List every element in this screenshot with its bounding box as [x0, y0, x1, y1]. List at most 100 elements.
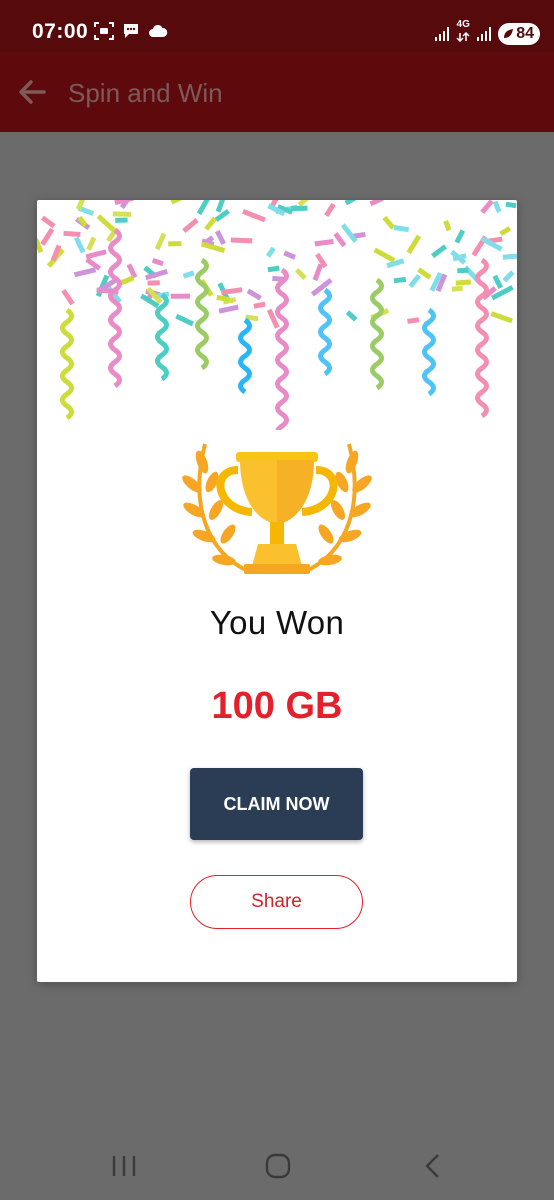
confetti-piece — [182, 218, 199, 233]
cloud-icon — [149, 24, 168, 37]
confetti-piece — [393, 276, 407, 284]
status-time: 07:00 — [32, 20, 89, 43]
confetti-piece — [73, 267, 97, 278]
confetti-piece — [492, 200, 502, 214]
confetti-streamer — [275, 267, 289, 430]
nav-back-button[interactable] — [414, 1150, 454, 1182]
confetti-piece — [204, 216, 217, 231]
network-label: 4G — [456, 19, 470, 30]
confetti-piece — [369, 200, 384, 207]
confetti-streamer — [238, 317, 252, 395]
confetti-streamer — [155, 292, 169, 382]
confetti-piece — [170, 293, 190, 299]
confetti-piece — [253, 301, 266, 309]
confetti-piece — [312, 263, 324, 282]
confetti-piece — [451, 285, 463, 292]
confetti-piece — [490, 311, 513, 324]
confetti-piece — [406, 234, 422, 255]
back-button[interactable] — [14, 74, 50, 110]
screenshot-icon — [94, 22, 114, 40]
home-button[interactable] — [258, 1150, 298, 1182]
home-icon — [265, 1153, 291, 1179]
page-title: Spin and Win — [68, 78, 223, 108]
confetti-streamer — [475, 257, 489, 419]
confetti-piece — [455, 279, 472, 286]
confetti-piece — [182, 270, 195, 279]
status-right-icons: 4G 84 — [434, 20, 540, 47]
confetti-piece — [175, 313, 194, 327]
claim-now-button[interactable]: CLAIM NOW — [190, 768, 363, 840]
confetti-piece — [294, 268, 307, 280]
signal-icon — [477, 26, 492, 41]
chat-bubble-icon — [124, 24, 138, 38]
battery-level: 84 — [516, 24, 534, 42]
confetti-piece — [393, 225, 410, 233]
confetti-piece — [267, 265, 280, 273]
confetti-piece — [454, 229, 466, 244]
confetti-piece — [502, 270, 515, 283]
confetti-piece — [333, 232, 347, 248]
confetti-piece — [151, 257, 164, 267]
confetti-piece — [86, 236, 97, 251]
confetti-piece — [40, 215, 56, 229]
confetti-streamer — [60, 307, 74, 421]
app-bar: Spin and Win — [0, 52, 554, 132]
confetti-piece — [297, 200, 312, 207]
confetti-piece — [63, 230, 81, 237]
confetti-piece — [218, 304, 239, 314]
recent-apps-button[interactable] — [104, 1150, 144, 1182]
network-4g-icon: 4G — [456, 20, 470, 47]
confetti-piece — [115, 217, 128, 223]
confetti-streamer — [318, 287, 332, 377]
confetti-piece — [196, 200, 211, 216]
confetti-piece — [283, 250, 297, 260]
confetti-piece — [314, 238, 334, 247]
back-icon — [425, 1154, 439, 1178]
signal-icon — [435, 26, 450, 41]
confetti-piece — [345, 310, 358, 322]
system-nav-bar — [0, 1130, 554, 1200]
confetti-piece — [407, 317, 420, 324]
confetti-piece — [154, 232, 167, 251]
confetti-piece — [373, 247, 396, 263]
confetti-piece — [40, 227, 55, 246]
confetti-piece — [344, 200, 356, 206]
confetti-piece — [324, 202, 336, 218]
confetti-piece — [431, 244, 447, 259]
confetti-piece — [112, 211, 132, 217]
confetti-piece — [246, 288, 262, 301]
confetti-piece — [85, 249, 107, 260]
confetti-streamer — [108, 227, 122, 389]
confetti-piece — [73, 236, 86, 254]
confetti-piece — [502, 253, 517, 260]
confetti-piece — [382, 215, 396, 230]
confetti-piece — [147, 280, 160, 286]
confetti-piece — [340, 223, 358, 243]
confetti-piece — [499, 226, 512, 237]
confetti-piece — [457, 267, 469, 274]
confetti-piece — [170, 200, 188, 205]
confetti-piece — [96, 214, 117, 233]
arrow-left-icon — [19, 80, 46, 104]
confetti-piece — [505, 201, 517, 209]
status-bar: 07:00 4G 84 — [0, 0, 554, 52]
confetti-piece — [443, 220, 452, 232]
trophy-icon — [182, 443, 372, 574]
share-button[interactable]: Share — [190, 875, 363, 929]
you-won-label: You Won — [209, 604, 345, 641]
confetti-decoration — [37, 200, 517, 430]
confetti-piece — [408, 274, 421, 289]
battery-leaf-icon — [504, 28, 514, 38]
confetti-piece — [265, 246, 276, 258]
win-dialog: You Won 100 GB CLAIM NOW Share — [37, 200, 517, 982]
recent-apps-icon — [112, 1156, 136, 1176]
confetti-piece — [61, 288, 75, 306]
confetti-piece — [214, 229, 226, 246]
confetti-piece — [290, 205, 308, 212]
confetti-streamer — [370, 277, 384, 391]
confetti-streamer — [195, 257, 209, 371]
status-left-icons — [94, 22, 168, 40]
prize-amount: 100 GB — [211, 685, 343, 727]
confetti-piece — [168, 241, 182, 247]
confetti-piece — [230, 237, 253, 244]
